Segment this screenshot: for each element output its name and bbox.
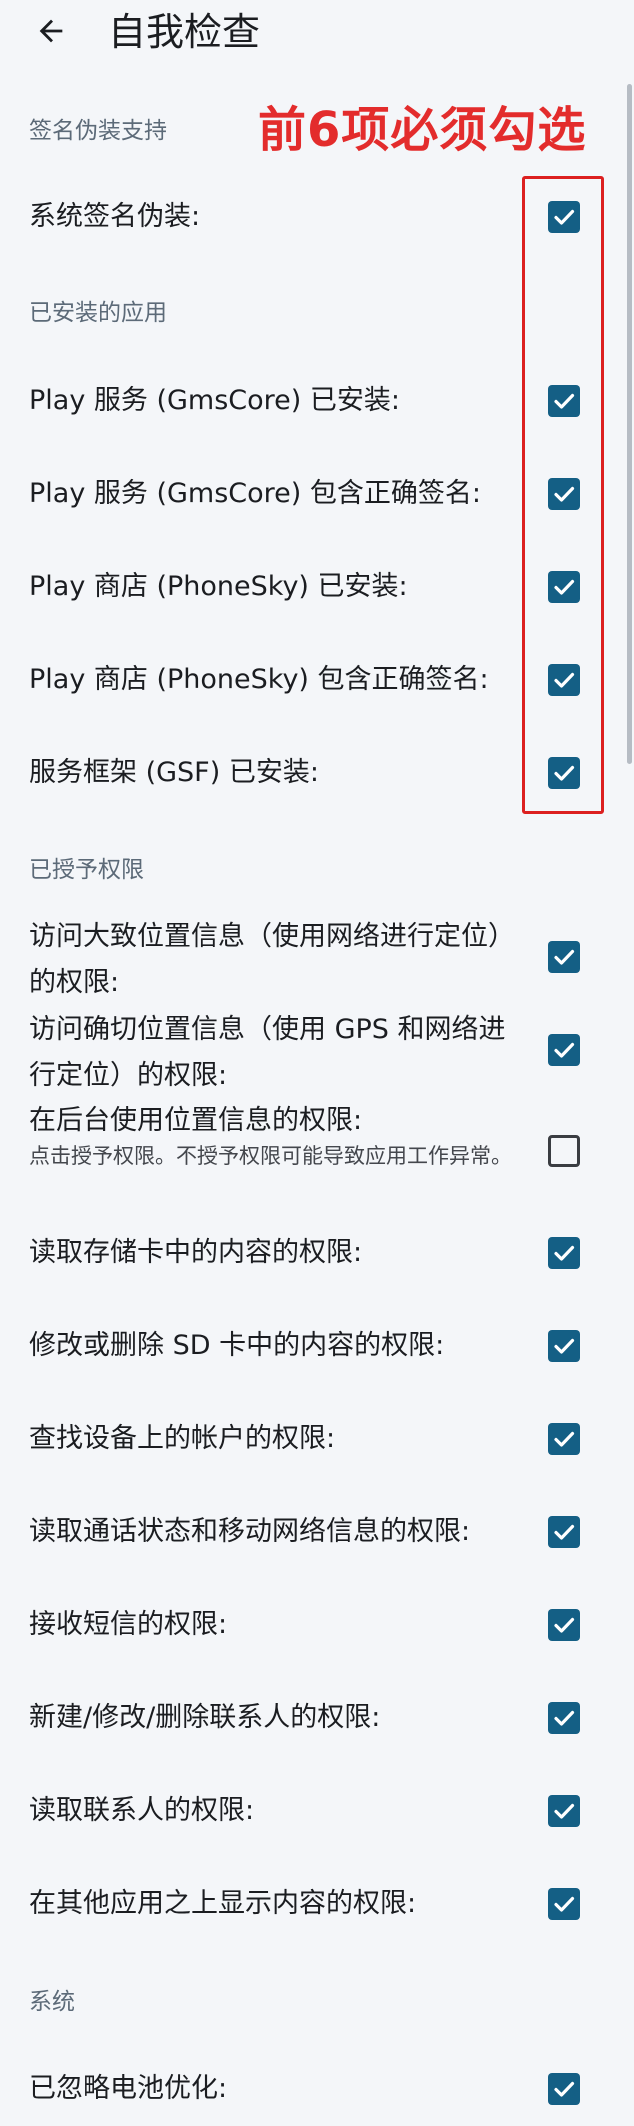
section-header-signature-spoofing: 签名伪装支持 bbox=[29, 118, 167, 144]
checkmark-icon bbox=[554, 1710, 575, 1726]
page-title: 自我检查 bbox=[108, 10, 261, 54]
checkmark-icon bbox=[554, 1803, 575, 1819]
row-label: Play 服务 (GmsCore) 包含正确签名: bbox=[29, 478, 481, 509]
checkmark-icon bbox=[554, 1245, 575, 1261]
checkbox-checked[interactable] bbox=[548, 1609, 580, 1641]
row-label: Play 商店 (PhoneSky) 已安装: bbox=[29, 571, 408, 602]
row-label: 读取存储卡中的内容的权限: bbox=[29, 1237, 363, 1268]
row-sublabel: 点击授予权限。不授予权限可能导致应用工作异常。 bbox=[29, 1144, 512, 1168]
checkbox-checked[interactable] bbox=[548, 2073, 580, 2105]
checkbox-checked[interactable] bbox=[548, 1702, 580, 1734]
checkbox-checked[interactable] bbox=[548, 1516, 580, 1548]
row-label: 访问大致位置信息（使用网络进行定位）的权限: bbox=[29, 921, 515, 998]
checkmark-icon bbox=[554, 1042, 575, 1058]
app-bar: 自我检查 bbox=[0, 0, 634, 64]
section-header-installed-apps: 已安装的应用 bbox=[29, 300, 167, 326]
checkbox-checked[interactable] bbox=[548, 1034, 580, 1066]
annotation-text: 前6项必须勾选 bbox=[258, 102, 587, 158]
row-label: 访问确切位置信息（使用 GPS 和网络进行定位）的权限: bbox=[29, 1014, 506, 1091]
section-header-permissions: 已授予权限 bbox=[29, 857, 144, 883]
checkbox-checked[interactable] bbox=[548, 1237, 580, 1269]
checkbox-checked[interactable] bbox=[548, 1330, 580, 1362]
section-header-system: 系统 bbox=[29, 1989, 75, 2015]
checkbox-checked[interactable] bbox=[548, 1423, 580, 1455]
checkbox-unchecked[interactable] bbox=[548, 1135, 580, 1167]
row-label: 在其他应用之上显示内容的权限: bbox=[29, 1888, 417, 1919]
row-label: 查找设备上的帐户的权限: bbox=[29, 1423, 336, 1454]
row-label: 读取通话状态和移动网络信息的权限: bbox=[29, 1516, 471, 1547]
checkmark-icon bbox=[554, 1896, 575, 1912]
checkbox-checked[interactable] bbox=[548, 941, 580, 973]
row-label: 已忽略电池优化: bbox=[29, 2073, 228, 2104]
checkbox-checked[interactable] bbox=[548, 1795, 580, 1827]
row-label: 新建/修改/删除联系人的权限: bbox=[29, 1702, 381, 1733]
annotation-highlight-box bbox=[522, 176, 604, 814]
row-label: 接收短信的权限: bbox=[29, 1609, 228, 1640]
checkmark-icon bbox=[554, 2081, 575, 2097]
row-label: 服务框架 (GSF) 已安装: bbox=[29, 757, 319, 788]
checkbox-checked[interactable] bbox=[548, 1888, 580, 1920]
checkmark-icon bbox=[554, 949, 575, 965]
checkmark-icon bbox=[554, 1617, 575, 1633]
back-button[interactable] bbox=[26, 6, 76, 56]
row-label: 修改或删除 SD 卡中的内容的权限: bbox=[29, 1330, 445, 1361]
scrollbar[interactable] bbox=[627, 84, 632, 764]
checkmark-icon bbox=[554, 1338, 575, 1354]
row-label: 读取联系人的权限: bbox=[29, 1795, 255, 1826]
row-label: 系统签名伪装: bbox=[29, 201, 201, 232]
checkmark-icon bbox=[554, 1524, 575, 1540]
checkmark-icon bbox=[554, 1431, 575, 1447]
row-label: Play 商店 (PhoneSky) 包含正确签名: bbox=[29, 664, 489, 695]
arrow-back-icon bbox=[39, 19, 63, 43]
row-label: 在后台使用位置信息的权限: bbox=[29, 1105, 363, 1136]
row-label: Play 服务 (GmsCore) 已安装: bbox=[29, 385, 400, 416]
